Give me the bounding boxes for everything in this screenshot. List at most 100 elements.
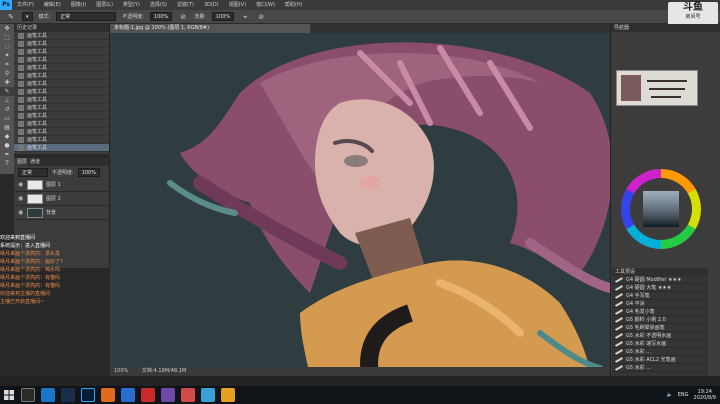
layer-blend-select[interactable]: 正常: [18, 167, 48, 177]
live-app-icon[interactable]: [181, 388, 195, 402]
history-item[interactable]: 画笔工具: [14, 128, 109, 136]
history-item[interactable]: 画笔工具: [14, 104, 109, 112]
history-item[interactable]: 画笔工具: [14, 40, 109, 48]
windows-icon: [4, 390, 14, 400]
pen-icon[interactable]: ✒: [0, 150, 14, 159]
clock[interactable]: 19:24 2020/8/9: [694, 389, 716, 401]
healing-brush-icon[interactable]: ✚: [0, 78, 14, 87]
folder-icon[interactable]: [221, 388, 235, 402]
navigator-tab[interactable]: 导航器: [611, 24, 720, 32]
menu-view[interactable]: 视图(V): [224, 0, 251, 10]
menu-file[interactable]: 文件(F): [12, 0, 39, 10]
move-tool-icon[interactable]: ✥: [0, 24, 14, 33]
chat-app-icon[interactable]: [201, 388, 215, 402]
history-item[interactable]: 画笔工具: [14, 144, 109, 152]
menu-help[interactable]: 帮助(H): [280, 0, 308, 10]
stamp-icon[interactable]: ⊥: [0, 96, 14, 105]
history-item[interactable]: 画笔工具: [14, 136, 109, 144]
brush-preset[interactable]: G4 硬圆 大笔 ★★★: [612, 284, 708, 292]
menu-edit[interactable]: 编辑(E): [39, 0, 66, 10]
brush-preset[interactable]: G5 水彩 ...: [612, 348, 708, 356]
blur-icon[interactable]: ◆: [0, 132, 14, 141]
app-icon[interactable]: [101, 388, 115, 402]
text-tool-icon[interactable]: T: [0, 159, 14, 168]
obs-icon[interactable]: [161, 388, 175, 402]
brush-preset[interactable]: G4 手写笔: [612, 292, 708, 300]
zoom-readout[interactable]: 100%: [114, 368, 128, 374]
brush-preset[interactable]: G5 毛刷晕染画笔: [612, 324, 708, 332]
lasso-tool-icon[interactable]: ◌: [0, 42, 14, 51]
eyedropper-icon[interactable]: ⚲: [0, 69, 14, 78]
browser-icon[interactable]: [121, 388, 135, 402]
history-item[interactable]: 画笔工具: [14, 120, 109, 128]
menu-window[interactable]: 窗口(W): [251, 0, 280, 10]
history-tab[interactable]: 历史记录: [14, 24, 109, 32]
brush-icon[interactable]: ✎: [0, 87, 14, 96]
eye-icon[interactable]: ◉: [18, 195, 24, 202]
eye-icon[interactable]: ◉: [18, 181, 24, 188]
document-tab[interactable]: 未标题-1.jpg @ 100% (图层 1, RGB/8#): [110, 24, 310, 33]
flow-input[interactable]: 100%: [211, 12, 235, 21]
language-indicator[interactable]: ENG: [678, 392, 689, 398]
crop-tool-icon[interactable]: ⌗: [0, 60, 14, 69]
start-button[interactable]: [0, 386, 18, 404]
history-item[interactable]: 画笔工具: [14, 48, 109, 56]
tab-layers[interactable]: 图层: [14, 158, 28, 166]
eye-icon[interactable]: ◉: [18, 209, 24, 216]
dodge-icon[interactable]: ●: [0, 141, 14, 150]
photoshop-taskbar-icon[interactable]: [81, 388, 95, 402]
opacity-input[interactable]: 100%: [149, 12, 173, 21]
navigator-thumbnail[interactable]: [616, 70, 698, 106]
history-item[interactable]: 画笔工具: [14, 56, 109, 64]
marquee-tool-icon[interactable]: ⬚: [0, 33, 14, 42]
color-wheel-panel[interactable]: [620, 168, 702, 250]
mode-select[interactable]: 正常: [56, 12, 117, 21]
brush-preset[interactable]: G5 颜料 小刷 2.0: [612, 316, 708, 324]
gradient-icon[interactable]: ▤: [0, 123, 14, 132]
volume-icon[interactable]: 🔈: [667, 392, 673, 398]
menu-image[interactable]: 图像(I): [66, 0, 91, 10]
brush-preset-label: G5 毛刷晕染画笔: [626, 325, 665, 331]
brush-size-picker[interactable]: ▾: [22, 12, 33, 21]
menu-layer[interactable]: 图层(L): [91, 0, 118, 10]
history-item[interactable]: 画笔工具: [14, 64, 109, 72]
eraser-icon[interactable]: ▭: [0, 114, 14, 123]
brush-preset[interactable]: G5 水彩 ACL2 光笔画: [612, 356, 708, 364]
menu-type[interactable]: 类型(Y): [118, 0, 145, 10]
pressure-opacity-icon[interactable]: ⊘: [178, 12, 188, 22]
brush-tool-icon[interactable]: ✎: [6, 12, 16, 22]
history-item[interactable]: 画笔工具: [14, 96, 109, 104]
menu-filter[interactable]: 滤镜(T): [172, 0, 199, 10]
menu-3d[interactable]: 3D(D): [199, 0, 224, 10]
steam-icon[interactable]: [61, 388, 75, 402]
history-brush-icon[interactable]: ↺: [0, 105, 14, 114]
brush-preset[interactable]: G5 水彩 不透明水画: [612, 332, 708, 340]
history-item[interactable]: 画笔工具: [14, 88, 109, 96]
file-explorer-icon[interactable]: [41, 388, 55, 402]
music-icon[interactable]: [141, 388, 155, 402]
history-item[interactable]: 画笔工具: [14, 80, 109, 88]
menu-select[interactable]: 选择(S): [145, 0, 172, 10]
layer-row[interactable]: ◉ 背景: [14, 206, 109, 220]
search-icon[interactable]: [21, 388, 35, 402]
history-item[interactable]: 画笔工具: [14, 72, 109, 80]
canvas-area[interactable]: [110, 33, 610, 376]
brush-preset[interactable]: G5 水彩 速写水画: [612, 340, 708, 348]
brush-preset[interactable]: G4 毛发小笔: [612, 308, 708, 316]
brush-preset[interactable]: G5 水彩 ...: [612, 364, 708, 372]
brush-preset[interactable]: G4 硬圆 Modifier ★★★: [612, 276, 708, 284]
layer-row[interactable]: ◉ 图层 1: [14, 178, 109, 192]
painting[interactable]: [110, 33, 610, 376]
brush-preset[interactable]: G4 平涂: [612, 300, 708, 308]
tool-presets-tab[interactable]: 工具预设: [612, 268, 708, 276]
tab-channels[interactable]: 通道: [27, 158, 41, 166]
pressure-size-icon[interactable]: ⊘: [256, 12, 266, 22]
color-wheel[interactable]: [620, 168, 702, 250]
airbrush-icon[interactable]: ⌖: [240, 12, 250, 22]
magic-wand-icon[interactable]: ✦: [0, 51, 14, 60]
layer-row[interactable]: ◉ 图层 2: [14, 192, 109, 206]
history-item[interactable]: 画笔工具: [14, 32, 109, 40]
layer-opacity-input[interactable]: 100%: [77, 167, 100, 177]
history-item-label: 画笔工具: [27, 49, 48, 55]
history-item[interactable]: 画笔工具: [14, 112, 109, 120]
